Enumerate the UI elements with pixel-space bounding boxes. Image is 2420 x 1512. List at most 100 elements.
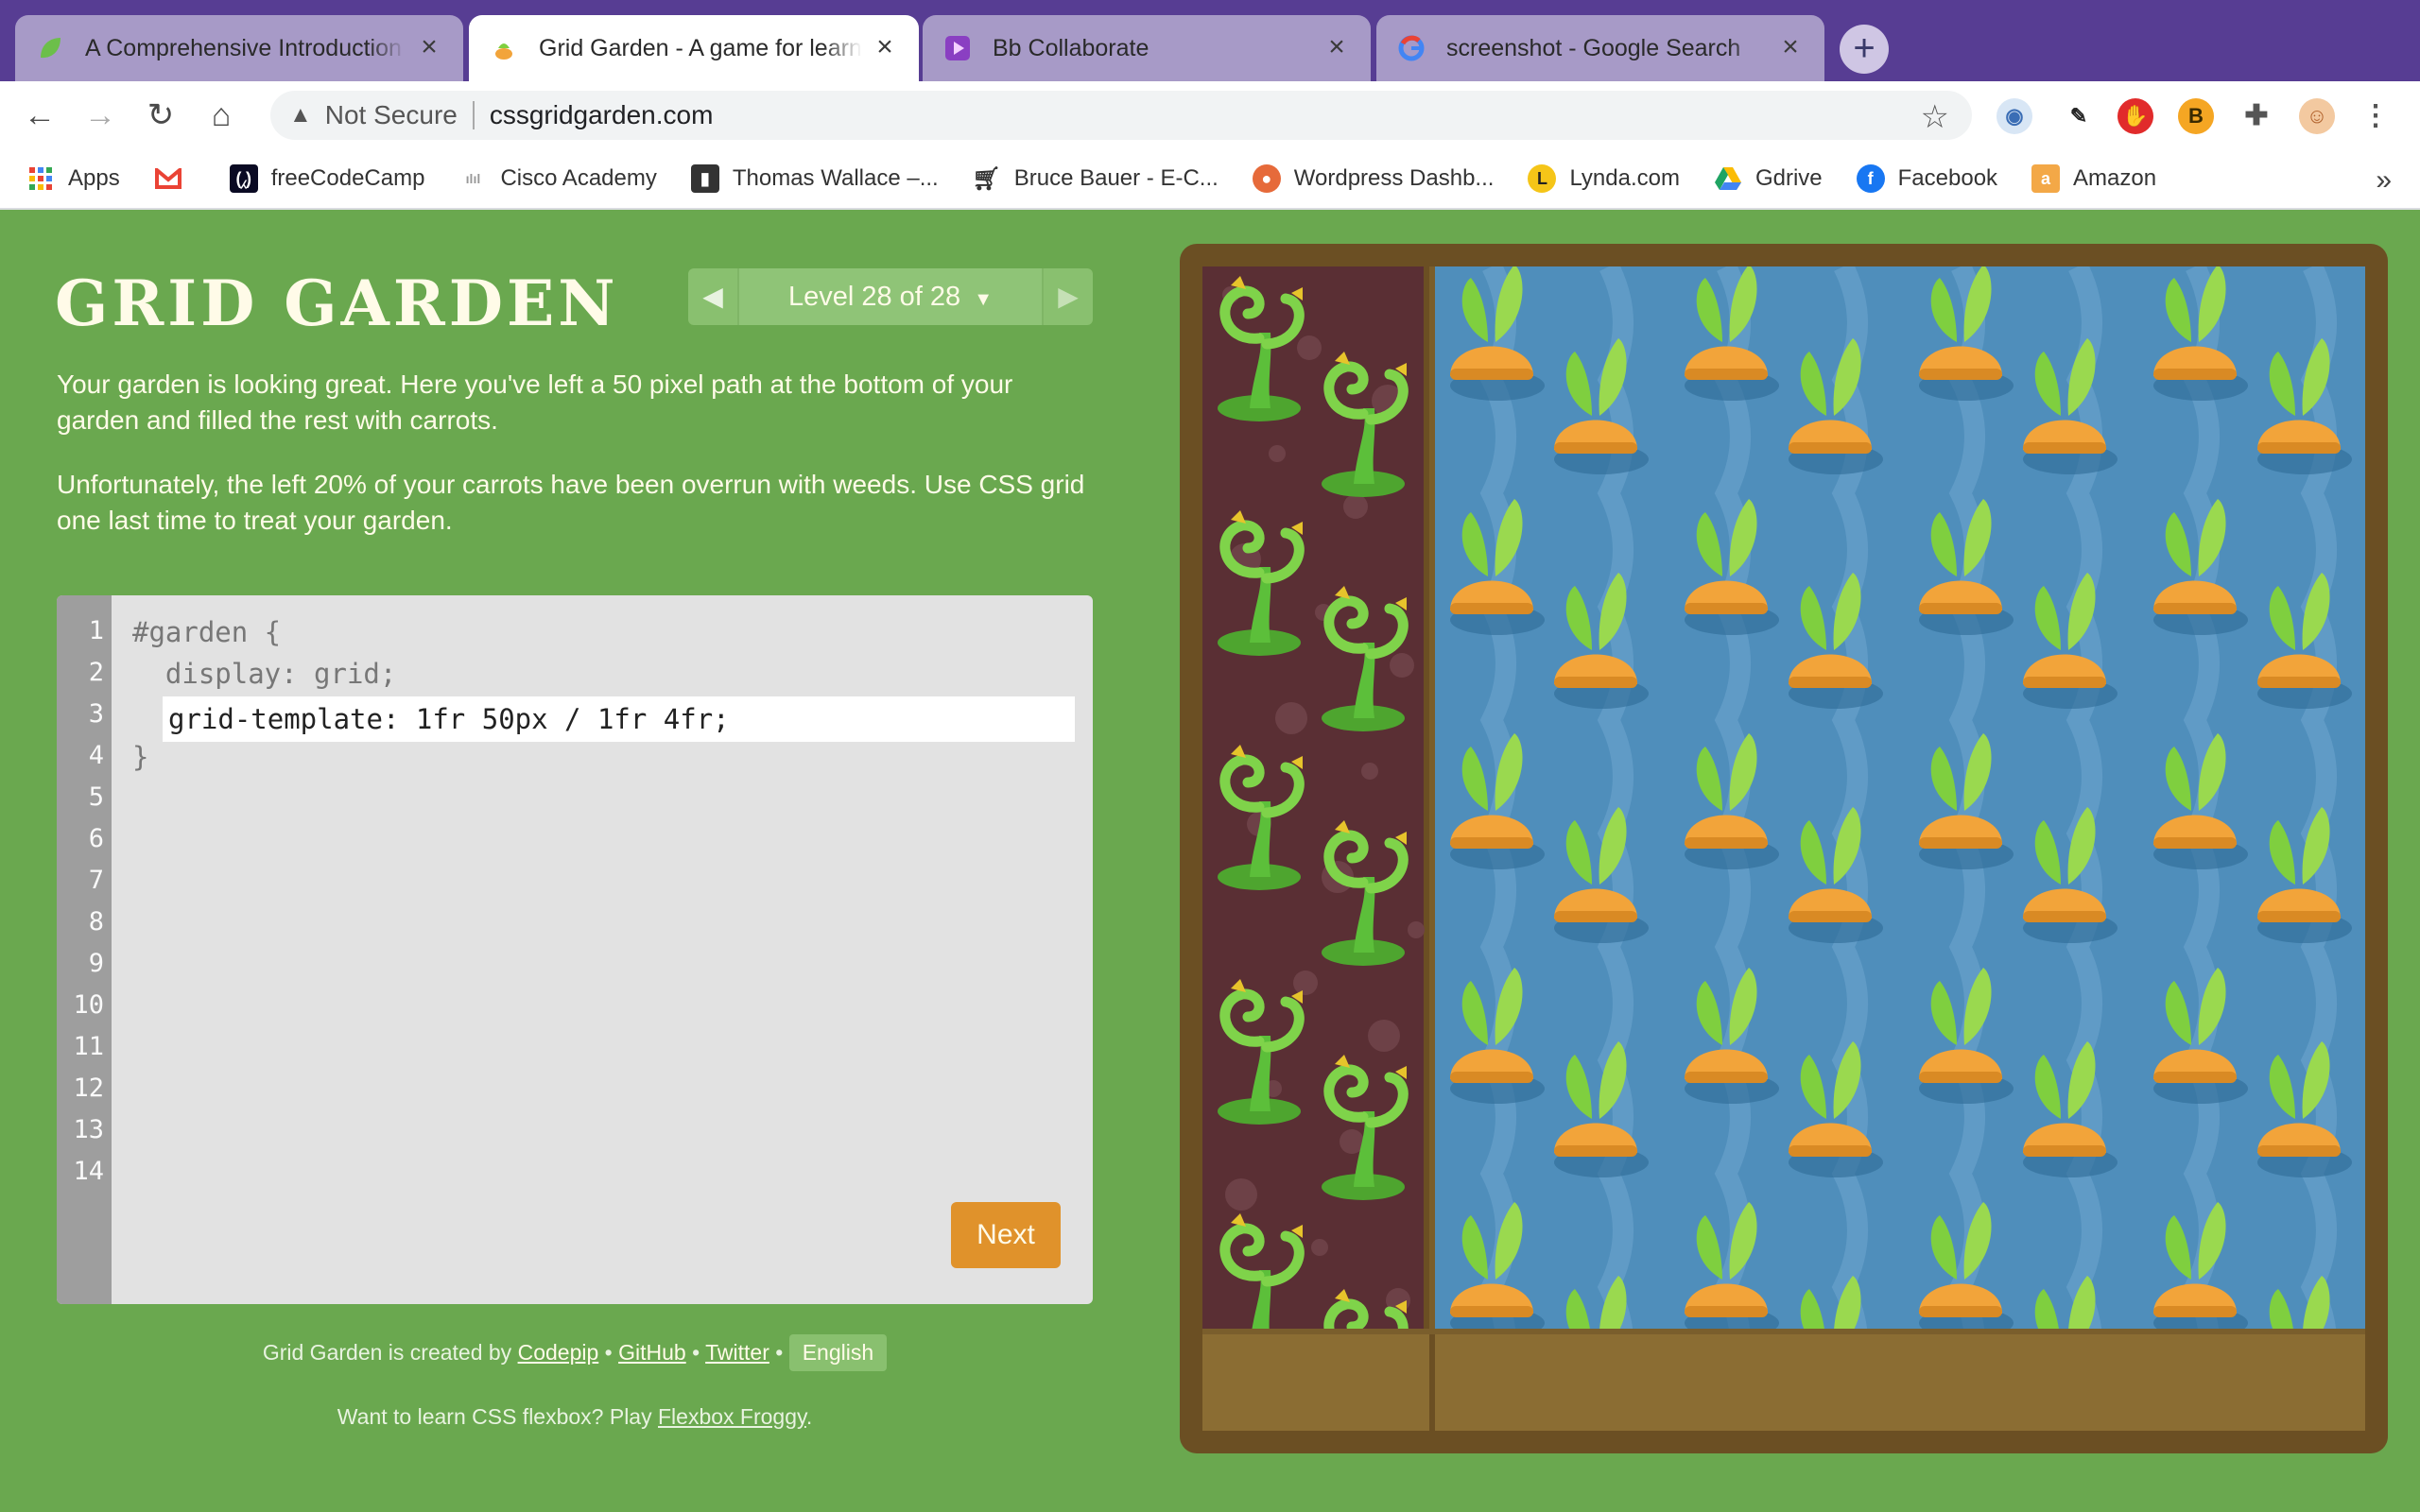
google-icon	[1397, 34, 1426, 62]
green-leaf-icon	[36, 34, 64, 62]
close-icon[interactable]: ×	[872, 33, 898, 61]
soil-dot	[1225, 1178, 1257, 1211]
apps-grid-icon	[26, 164, 55, 193]
weeds-layer	[1218, 276, 1425, 1431]
line-number: 4	[88, 741, 104, 770]
line-number: 3	[88, 699, 104, 729]
carrot	[1789, 573, 1883, 709]
next-button[interactable]: Next	[951, 1202, 1061, 1268]
language-selector[interactable]: English	[788, 1334, 888, 1371]
soil-dot	[1390, 653, 1414, 678]
bookmark-lynda[interactable]: L Lynda.com	[1528, 164, 1680, 193]
new-tab-button[interactable]: +	[1840, 25, 1889, 74]
carrot	[2257, 338, 2352, 474]
code-line: #garden {	[132, 616, 282, 648]
carrots-layer	[1450, 266, 2352, 1412]
soil-dot	[1311, 1239, 1328, 1256]
bookmark-gdrive[interactable]: Gdrive	[1714, 164, 1823, 193]
tab-google-search[interactable]: screenshot - Google Search ×	[1376, 15, 1824, 81]
bookmark-label: Apps	[68, 165, 120, 191]
carrot	[2257, 573, 2352, 709]
bookmark-freecodecamp[interactable]: (⁁) freeCodeCamp	[229, 164, 425, 193]
close-icon[interactable]: ×	[1777, 33, 1804, 61]
soil-dot	[1361, 763, 1378, 780]
eyedropper-icon[interactable]: ✎	[2061, 98, 2097, 134]
line-number: 2	[88, 658, 104, 687]
codepip-link[interactable]: Codepip	[518, 1340, 599, 1365]
security-label: Not Secure	[324, 100, 458, 129]
bookmark-amazon[interactable]: a Amazon	[2031, 164, 2156, 193]
github-link[interactable]: GitHub	[618, 1340, 686, 1365]
bookmark-cisco-academy[interactable]: ılıl Cisco Academy	[458, 164, 657, 193]
promo-text: Want to learn CSS flexbox? Play	[337, 1404, 652, 1429]
weed	[1322, 352, 1409, 497]
bookmark-gmail[interactable]	[154, 164, 196, 193]
menu-dots-icon[interactable]: ⋮	[2358, 98, 2394, 134]
forward-icon[interactable]: →	[79, 94, 121, 136]
soil-dot	[1297, 335, 1322, 360]
line-number: 12	[73, 1074, 104, 1103]
tab-comprehensive-introduction[interactable]: A Comprehensive Introduction ×	[15, 15, 463, 81]
soil-dot	[1269, 445, 1286, 462]
close-icon[interactable]: ×	[416, 33, 442, 61]
css-code-input[interactable]	[163, 696, 1075, 742]
url-text: cssgridgarden.com	[489, 100, 714, 129]
extensions-puzzle-icon[interactable]: ✚	[2238, 98, 2274, 134]
next-level-icon[interactable]: ▶	[1044, 268, 1093, 325]
purple-play-icon	[943, 34, 972, 62]
bookmark-bruce-bauer[interactable]: 🛒︎ Bruce Bauer - E-C...	[972, 164, 1218, 193]
soil-dot	[1275, 702, 1307, 734]
close-icon[interactable]: ×	[1323, 33, 1350, 61]
carrot	[1789, 338, 1883, 474]
level-dropdown[interactable]: Level 28 of 28 ▼	[737, 268, 1044, 325]
bookmark-label: Lynda.com	[1569, 165, 1680, 191]
shopping-cart-icon: 🛒︎	[972, 165, 1001, 192]
code-line: display: grid;	[132, 658, 397, 690]
bookmark-apps[interactable]: Apps	[26, 164, 120, 193]
soil-dot	[1408, 921, 1425, 938]
garden-board	[1202, 266, 2365, 1431]
b-extension-icon[interactable]: B	[2178, 98, 2214, 134]
weed	[1322, 1055, 1409, 1200]
tab-grid-garden[interactable]: Grid Garden - A game for learn ×	[469, 15, 919, 81]
address-bar[interactable]: ▲ Not Secure cssgridgarden.com ☆	[270, 91, 1972, 140]
gmail-icon	[154, 164, 182, 193]
bookmark-label: freeCodeCamp	[270, 165, 425, 191]
bookmark-label: Gdrive	[1754, 165, 1823, 191]
caret-down-icon: ▼	[974, 289, 994, 310]
back-icon[interactable]: ←	[19, 94, 60, 136]
line-number: 5	[88, 782, 104, 812]
flexbox-froggy-promo: Want to learn CSS flexbox? Play Flexbox …	[0, 1404, 1150, 1430]
home-icon[interactable]: ⌂	[200, 94, 242, 136]
amazon-icon: a	[2031, 164, 2061, 193]
instructions-paragraph: Your garden is looking great. Here you'v…	[57, 369, 1013, 435]
flexbox-froggy-link[interactable]: Flexbox Froggy	[658, 1404, 806, 1429]
line-number: 7	[88, 866, 104, 895]
bookmark-star-icon[interactable]: ☆	[1921, 98, 1949, 136]
profile-glasses-icon[interactable]: ◉	[1996, 98, 2032, 134]
adblock-icon[interactable]: ✋	[2118, 98, 2153, 134]
carrot-icon	[490, 34, 518, 62]
bookmark-wordpress[interactable]: ● Wordpress Dashb...	[1252, 164, 1494, 193]
carrot	[2023, 573, 2118, 709]
carrot	[2023, 338, 2118, 474]
carrot	[1554, 338, 1649, 474]
twitter-link[interactable]: Twitter	[705, 1340, 769, 1365]
weed	[1218, 276, 1305, 421]
tab-bb-collaborate[interactable]: Bb Collaborate ×	[923, 15, 1371, 81]
line-number: 6	[88, 824, 104, 853]
previous-level-icon[interactable]: ◀	[688, 268, 737, 325]
bookmark-thomas-wallace[interactable]: ▮ Thomas Wallace –...	[690, 164, 939, 193]
promo-suffix: .	[805, 1404, 813, 1429]
tab-strip: A Comprehensive Introduction × Grid Gard…	[0, 0, 2420, 81]
code-line: }	[132, 741, 149, 773]
tab-title: Grid Garden - A game for learn	[539, 34, 862, 61]
bookmarks-overflow-icon[interactable]: »	[2376, 164, 2392, 197]
bookmark-facebook[interactable]: f Facebook	[1856, 164, 1997, 193]
avatar[interactable]: ☺	[2299, 98, 2335, 134]
line-number: 10	[73, 990, 104, 1020]
line-number: 14	[73, 1157, 104, 1186]
bookmark-label: Thomas Wallace –...	[732, 165, 939, 191]
reload-icon[interactable]: ↻	[140, 94, 182, 136]
thomas-wallace-icon: ▮	[690, 164, 719, 193]
